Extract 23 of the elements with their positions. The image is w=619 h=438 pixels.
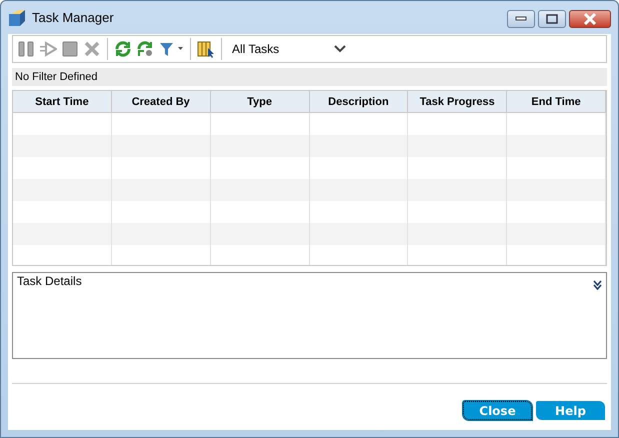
column-header[interactable]: Description	[310, 91, 408, 113]
refresh-icon[interactable]	[114, 40, 132, 58]
task-filter-dropdown[interactable]: All Tasks	[228, 39, 346, 59]
close-icon	[583, 13, 597, 25]
maximize-button[interactable]	[538, 10, 566, 28]
column-header[interactable]: End Time	[507, 91, 606, 113]
window-title: Task Manager	[32, 10, 114, 25]
minimize-icon	[515, 16, 527, 22]
app-icon	[8, 8, 26, 26]
chevron-down-icon	[334, 45, 346, 53]
expand-icon[interactable]	[593, 280, 602, 290]
column-chooser-icon[interactable]	[197, 40, 215, 58]
column-header[interactable]: Task Progress	[408, 91, 508, 113]
column-header[interactable]: Type	[210, 91, 310, 113]
minimize-button[interactable]	[507, 10, 535, 28]
close-button[interactable]	[569, 10, 611, 28]
filter-icon[interactable]	[158, 40, 184, 58]
auto-refresh-icon[interactable]	[136, 40, 154, 58]
column-header[interactable]: Created By	[112, 91, 211, 113]
column-header[interactable]: Start Time	[13, 91, 112, 113]
task-details-label: Task Details	[17, 274, 83, 290]
filter-status: No Filter Defined	[12, 68, 607, 86]
maximize-icon	[546, 14, 558, 24]
